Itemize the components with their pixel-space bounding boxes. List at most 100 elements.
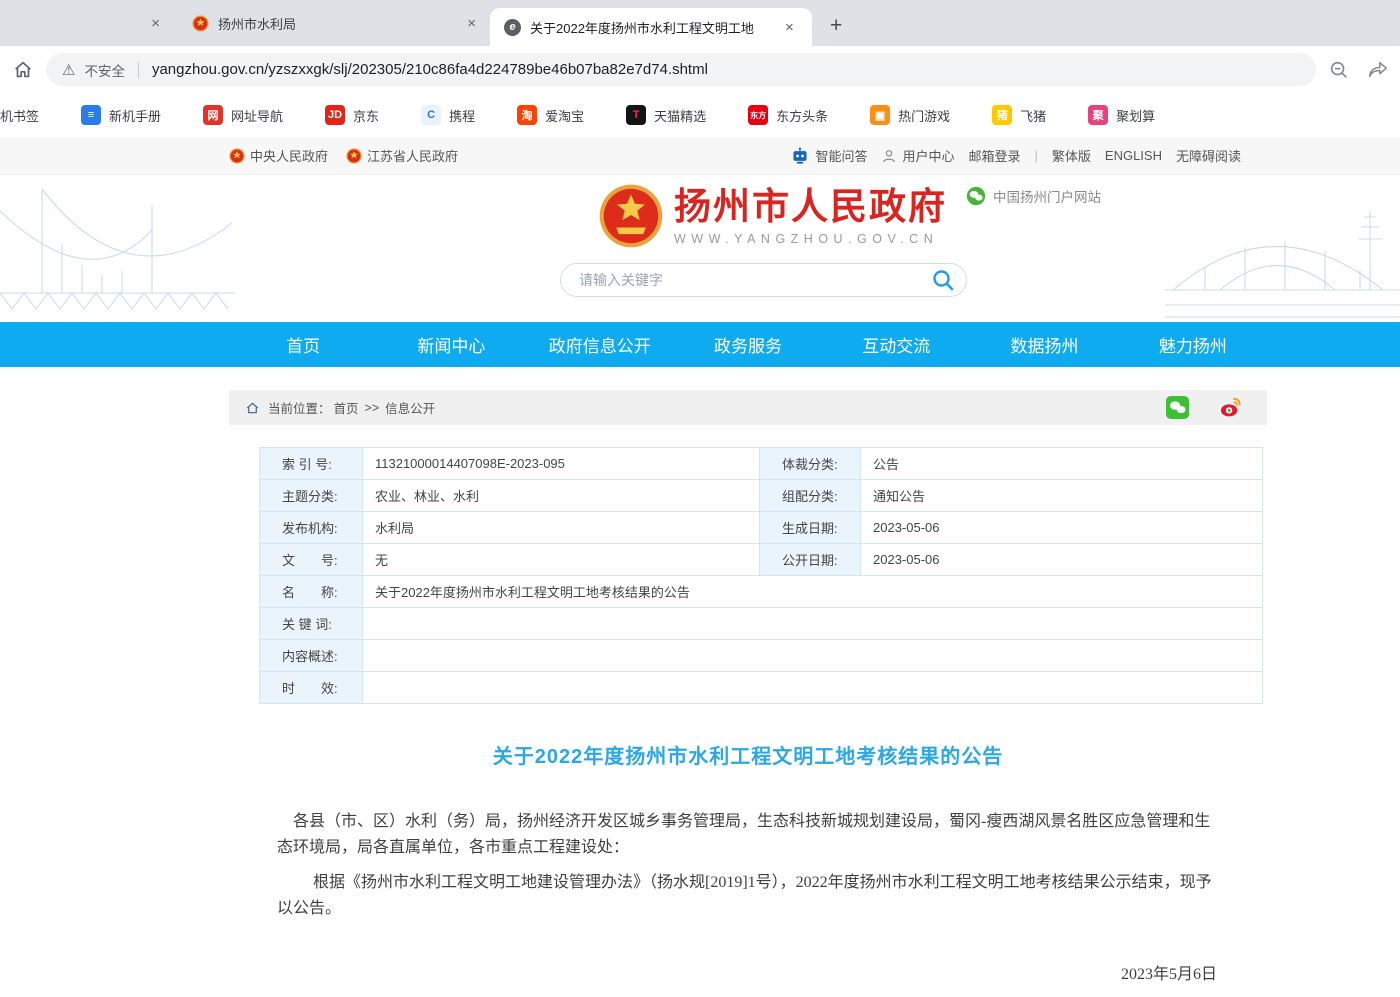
- site-banner: 扬州市人民政府 WWW.YANGZHOU.GOV.CN 中国扬州门户网站: [0, 175, 1400, 322]
- table-row: 关 键 词:: [260, 608, 1263, 640]
- gov-links: 中央人民政府江苏省人民政府: [229, 146, 458, 165]
- smart-qa-label: 智能问答: [815, 146, 867, 165]
- tab-active-announcement[interactable]: e 关于2022年度扬州市水利工程文明工地 ×: [490, 8, 812, 46]
- accessibility-link[interactable]: 无障碍阅读: [1176, 146, 1241, 165]
- zoom-out-icon[interactable]: [1328, 59, 1350, 81]
- link-jiangsu-gov[interactable]: 江苏省人民政府: [346, 146, 458, 165]
- info-value: 11321000014407098E-2023-095: [363, 448, 760, 480]
- site-favicon-icon: e: [504, 19, 521, 36]
- nav-item-2[interactable]: 政府信息公开: [526, 322, 674, 367]
- breadcrumb-home-icon[interactable]: [245, 401, 260, 415]
- article-date: 2023年5月6日: [277, 960, 1219, 984]
- portal-badge[interactable]: 中国扬州门户网站: [966, 186, 1101, 206]
- info-label: 索 引 号:: [260, 448, 363, 480]
- wechat-icon: [966, 186, 986, 206]
- tab-partial[interactable]: ×: [0, 0, 178, 46]
- close-icon[interactable]: ×: [463, 14, 480, 33]
- user-center-link[interactable]: 用户中心: [881, 146, 954, 165]
- robot-icon: [790, 147, 810, 165]
- emblem-icon: [346, 148, 362, 164]
- weibo-share-icon[interactable]: [1219, 396, 1243, 419]
- info-value: 关于2022年度扬州市水利工程文明工地考核结果的公告: [363, 576, 1263, 608]
- bookmark-manual-icon: ≡: [81, 105, 101, 125]
- search-input[interactable]: [579, 272, 928, 288]
- url-text[interactable]: yangzhou.gov.cn/yzszxxgk/slj/202305/210c…: [152, 61, 708, 78]
- tab-title: 扬州市水利局: [218, 14, 454, 33]
- close-icon[interactable]: ×: [147, 14, 164, 33]
- bookmark-label: 京东: [353, 106, 379, 125]
- nav-item-6[interactable]: 魅力扬州: [1119, 322, 1267, 367]
- info-value: [363, 640, 1263, 672]
- bookmark-ctrip-icon: C: [421, 105, 441, 125]
- warning-icon[interactable]: ⚠: [62, 61, 75, 79]
- bookmark-tmall-icon: T: [626, 105, 646, 125]
- breadcrumb: 当前位置： 首页 >> 信息公开: [229, 390, 1267, 425]
- bookmark-label: 爱淘宝: [545, 106, 584, 125]
- home-icon[interactable]: [12, 59, 34, 81]
- bookmark-jd[interactable]: JD 京东: [304, 105, 400, 125]
- traditional-link[interactable]: 繁体版: [1052, 146, 1091, 165]
- info-label: 内容概述:: [260, 640, 363, 672]
- site-search: [560, 263, 967, 297]
- table-row: 名 称:关于2022年度扬州市水利工程文明工地考核结果的公告: [260, 576, 1263, 608]
- bookmark-juhuasuan-icon: 聚: [1088, 105, 1108, 125]
- bookmark-fliggy[interactable]: 猪飞猪: [971, 105, 1067, 125]
- bookmark-aitaobao-icon: 淘: [517, 105, 537, 125]
- smart-qa-link[interactable]: 智能问答: [790, 146, 867, 165]
- new-tab-button[interactable]: +: [822, 14, 850, 38]
- bookmark-label: 东方头条: [776, 106, 828, 125]
- english-link[interactable]: ENGLISH: [1105, 148, 1162, 163]
- bookmark-ctrip[interactable]: C 携程: [400, 105, 496, 125]
- table-row: 内容概述:: [260, 640, 1263, 672]
- share-icon[interactable]: [1366, 59, 1390, 81]
- info-label: 发布机构:: [260, 512, 363, 544]
- nav-item-5[interactable]: 数据扬州: [970, 322, 1118, 367]
- bookmark-aitaobao[interactable]: 淘爱淘宝: [496, 105, 605, 125]
- info-value: 水利局: [363, 512, 760, 544]
- bookmark-hotgames-icon: ▣: [870, 105, 890, 125]
- table-row: 发布机构:水利局生成日期:2023-05-06: [260, 512, 1263, 544]
- bookmark-label: 飞猪: [1020, 106, 1046, 125]
- bookmark-manual[interactable]: ≡新机手册: [60, 105, 182, 125]
- bookmark-label: 携程: [449, 106, 475, 125]
- divider: |: [1035, 148, 1038, 163]
- divider: [138, 62, 139, 78]
- bookmark-label: 机书签: [0, 106, 39, 125]
- breadcrumb-home-link[interactable]: 首页: [334, 398, 359, 417]
- search-button[interactable]: [928, 265, 958, 295]
- bookmark-jd-icon: JD: [325, 105, 345, 125]
- bookmark-sitenav[interactable]: 网网址导航: [182, 105, 304, 125]
- tab-shuiliju[interactable]: 扬州市水利局 ×: [178, 0, 490, 46]
- info-value: 无: [363, 544, 760, 576]
- site-title: 扬州市人民政府: [674, 186, 947, 229]
- wechat-share-icon[interactable]: [1166, 396, 1189, 419]
- link-central-gov[interactable]: 中央人民政府: [229, 146, 328, 165]
- national-emblem-icon: [598, 183, 664, 249]
- emblem-icon: [229, 148, 245, 164]
- gov-link-label: 中央人民政府: [250, 146, 328, 165]
- site-brand[interactable]: 扬州市人民政府 WWW.YANGZHOU.GOV.CN: [598, 183, 947, 249]
- bookmark-fliggy-icon: 猪: [992, 105, 1012, 125]
- bookmarks-bar: 机书签 ≡新机手册网网址导航 JD 京东 C 携程 淘爱淘宝 T 天猫精选 东方东方头条▣热门游戏…: [0, 93, 1400, 137]
- browser-tab-bar: × 扬州市水利局 × e 关于2022年度扬州市水利工程文明工地 × +: [0, 0, 1400, 46]
- info-table: 索 引 号:11321000014407098E-2023-095体裁分类:公告…: [259, 447, 1263, 704]
- breadcrumb-current[interactable]: 信息公开: [385, 398, 435, 417]
- omnibox[interactable]: ⚠ 不安全 yangzhou.gov.cn/yzszxxgk/slj/20230…: [46, 53, 1316, 86]
- bookmark-juhuasuan[interactable]: 聚聚划算: [1067, 105, 1176, 125]
- bookmark-hotgames[interactable]: ▣热门游戏: [849, 105, 971, 125]
- bookmark-label: 天猫精选: [654, 106, 706, 125]
- bookmark-mobile[interactable]: 机书签: [0, 106, 60, 125]
- nav-item-1[interactable]: 新闻中心: [377, 322, 525, 367]
- info-table-body: 索 引 号:11321000014407098E-2023-095体裁分类:公告…: [260, 448, 1263, 704]
- info-label: 生成日期:: [760, 512, 861, 544]
- bookmark-eastday[interactable]: 东方东方头条: [727, 105, 849, 125]
- nav-item-0[interactable]: 首页: [229, 322, 377, 367]
- bookmark-tmall[interactable]: T 天猫精选: [605, 105, 727, 125]
- info-value: 2023-05-06: [861, 544, 1263, 576]
- portal-label: 中国扬州门户网站: [993, 186, 1101, 206]
- nav-item-3[interactable]: 政务服务: [674, 322, 822, 367]
- mail-login-link[interactable]: 邮箱登录: [968, 146, 1020, 165]
- close-icon[interactable]: ×: [781, 18, 798, 37]
- security-label: 不安全: [84, 60, 125, 80]
- nav-item-4[interactable]: 互动交流: [822, 322, 970, 367]
